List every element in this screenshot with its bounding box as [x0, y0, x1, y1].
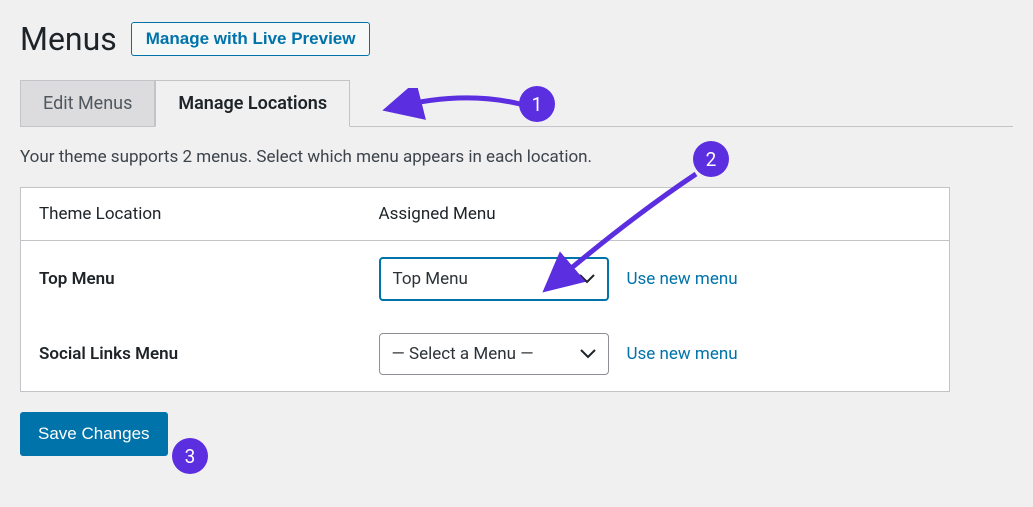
use-new-menu-link[interactable]: Use new menu	[627, 269, 738, 289]
chevron-down-icon	[579, 269, 595, 289]
menu-select-value: — Select a Menu —	[392, 344, 534, 364]
locations-table: Theme Location Assigned Menu Top Menu To…	[20, 187, 950, 392]
intro-text: Your theme supports 2 menus. Select whic…	[20, 147, 1013, 167]
tabs: Edit Menus Manage Locations	[20, 80, 1013, 127]
table-row: Social Links Menu — Select a Menu — Use …	[21, 317, 950, 392]
annotation-badge-1: 1	[519, 86, 555, 122]
annotation-badge-2: 2	[693, 141, 729, 177]
location-label: Social Links Menu	[21, 317, 361, 392]
table-row: Top Menu Top Menu Use new menu	[21, 241, 950, 318]
menu-select-value: Top Menu	[393, 269, 468, 289]
tab-manage-locations[interactable]: Manage Locations	[155, 80, 350, 127]
menu-select-social[interactable]: — Select a Menu —	[379, 333, 609, 375]
menu-select-top[interactable]: Top Menu	[379, 257, 609, 301]
save-changes-button[interactable]: Save Changes	[20, 412, 168, 456]
chevron-down-icon	[580, 344, 596, 364]
live-preview-button[interactable]: Manage with Live Preview	[131, 22, 371, 56]
annotation-badge-3: 3	[172, 438, 208, 474]
use-new-menu-link[interactable]: Use new menu	[627, 344, 738, 364]
col-assigned-menu: Assigned Menu	[361, 188, 950, 241]
tab-edit-menus[interactable]: Edit Menus	[20, 80, 155, 126]
location-label: Top Menu	[21, 241, 361, 318]
page-title: Menus	[20, 20, 117, 58]
col-theme-location: Theme Location	[21, 188, 361, 241]
